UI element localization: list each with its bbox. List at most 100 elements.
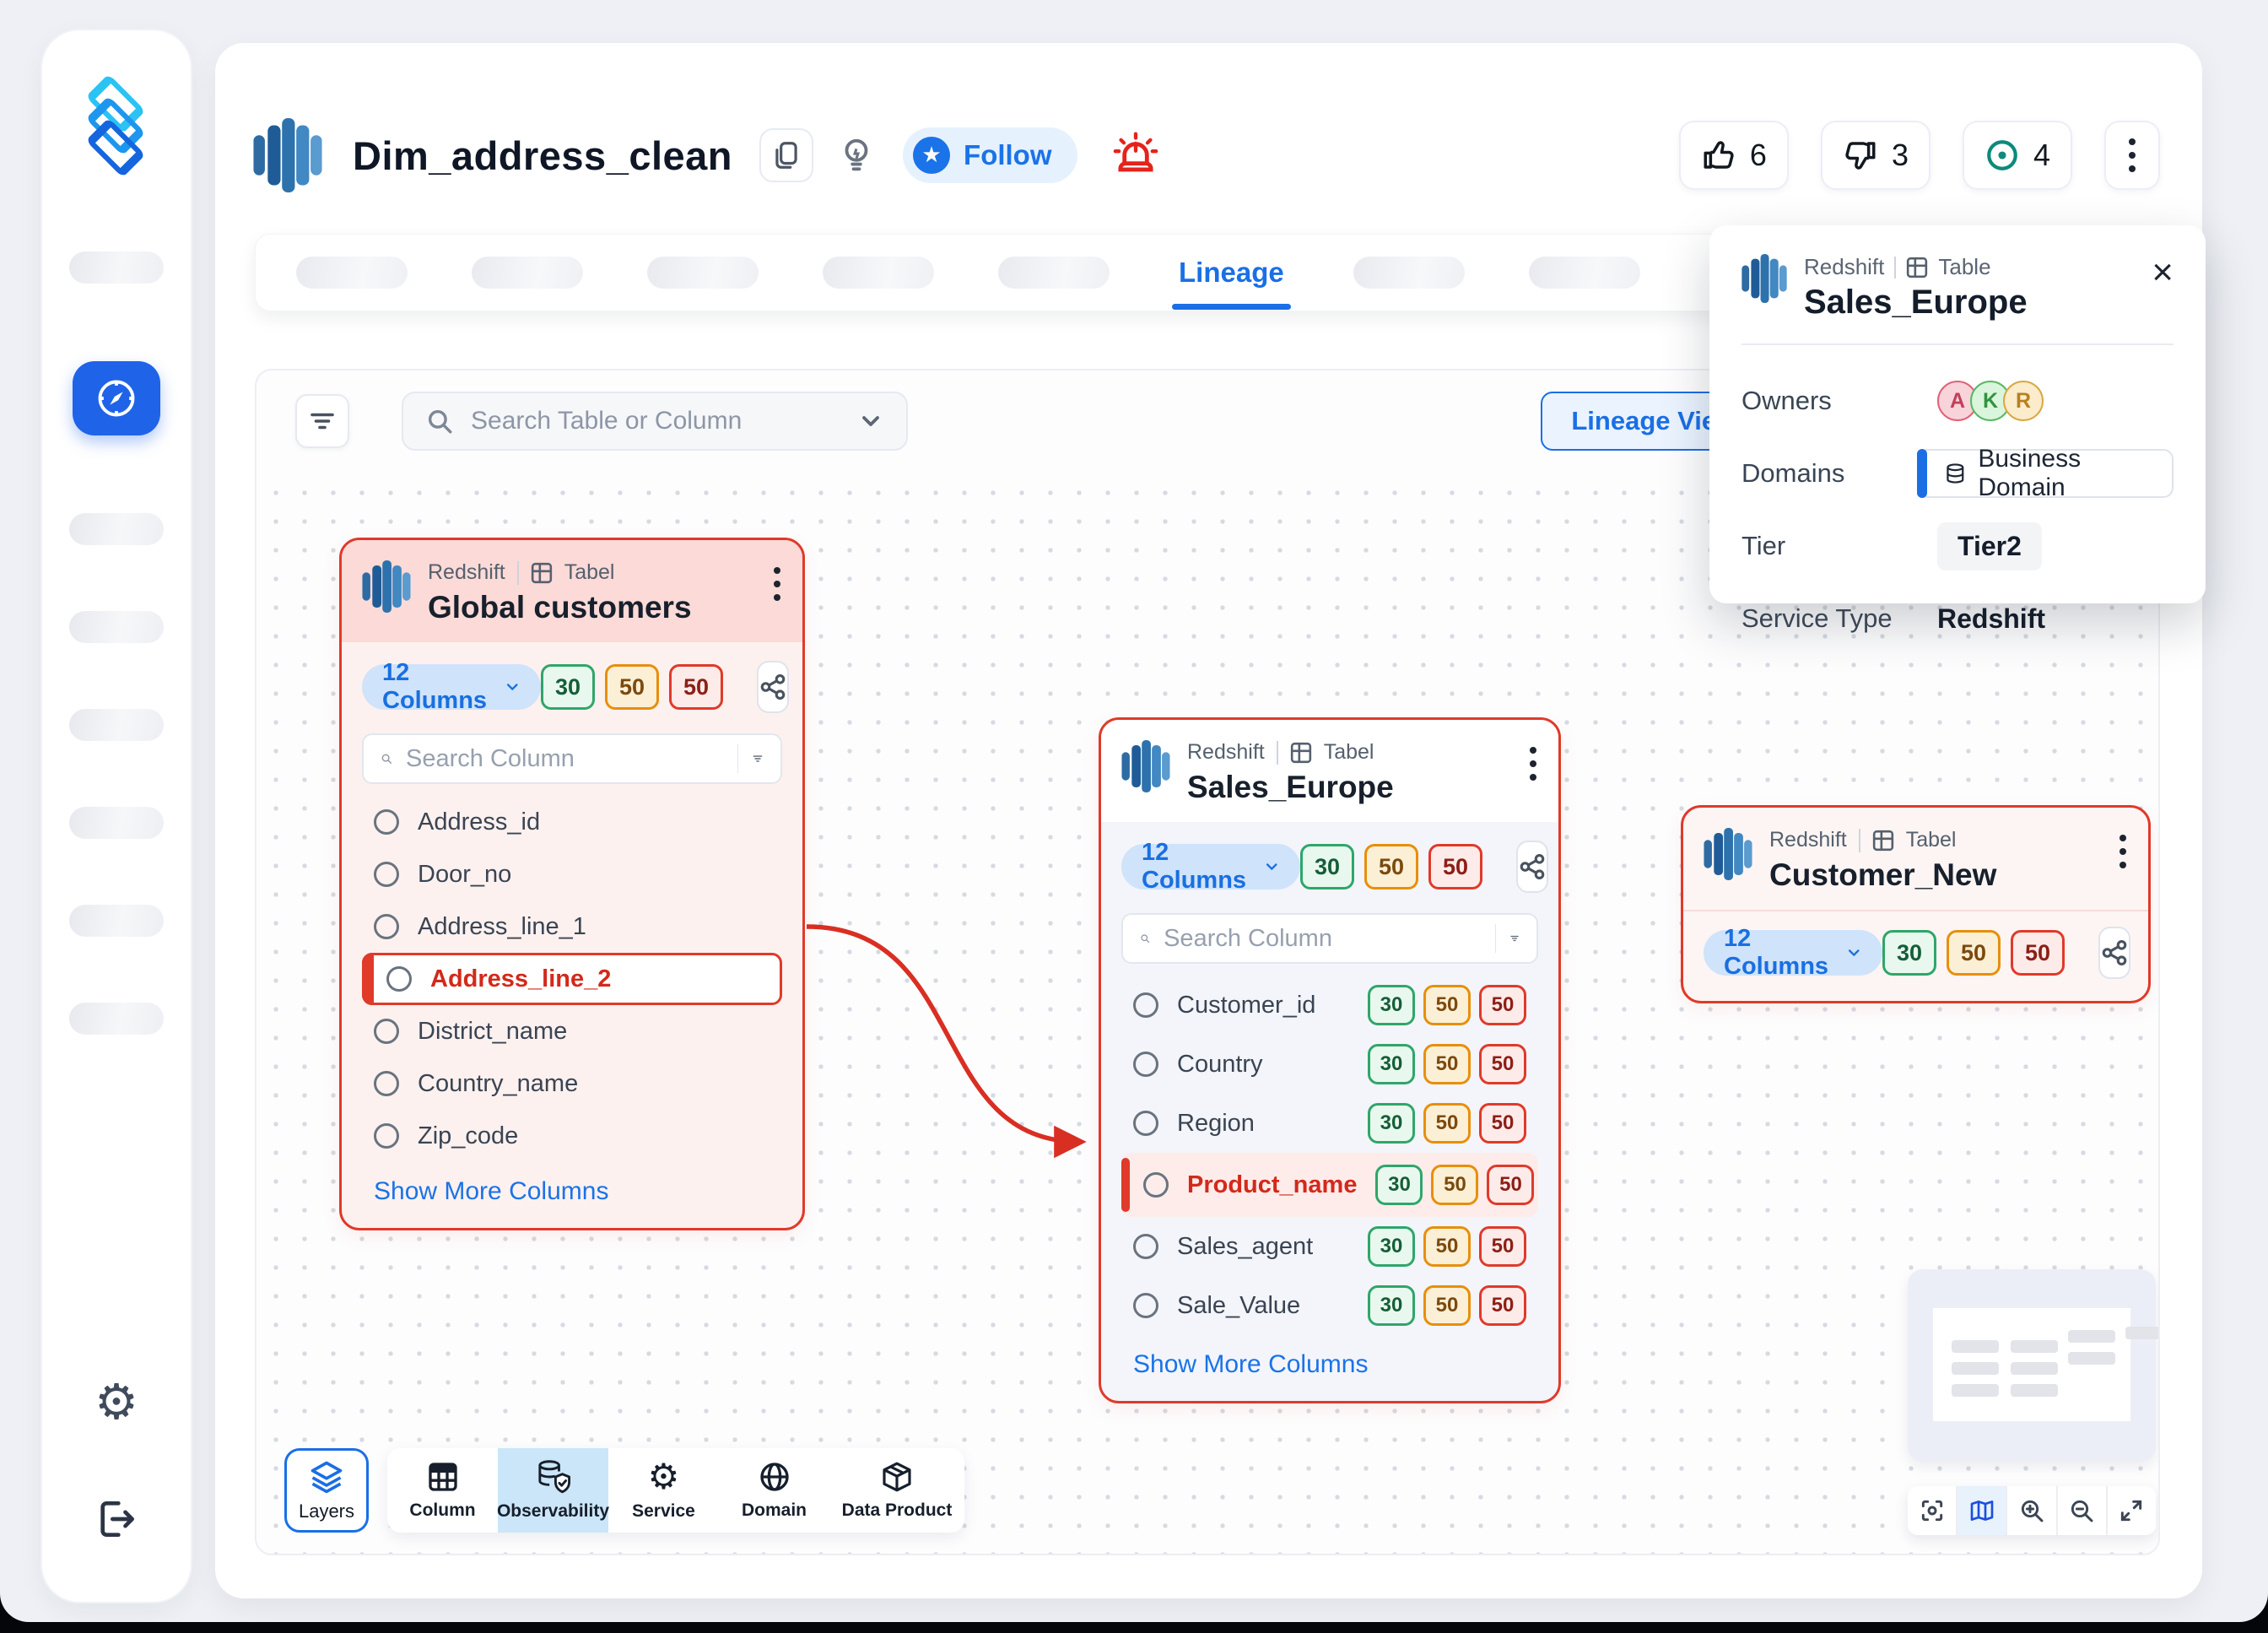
column-radio[interactable] (374, 1123, 399, 1149)
follow-button[interactable]: ★ Follow (903, 127, 1077, 183)
column-name: Customer_id (1177, 992, 1315, 1019)
layer-toggle-data-product[interactable]: Data Product (829, 1448, 964, 1533)
canvas-search-input[interactable] (471, 407, 840, 435)
more-options-button[interactable] (2104, 121, 2160, 190)
fullscreen-button[interactable] (2108, 1486, 2156, 1535)
column-row[interactable]: District_name (362, 1005, 782, 1057)
column-radio[interactable] (1133, 1293, 1158, 1318)
layer-toggle-column[interactable]: Column (387, 1448, 498, 1533)
logout-icon[interactable] (93, 1495, 140, 1543)
column-search-input[interactable] (406, 745, 724, 773)
tab-skeleton[interactable] (998, 257, 1110, 289)
column-row[interactable]: Address_id (362, 796, 782, 848)
watch-button[interactable]: 4 (1963, 121, 2072, 190)
search-icon (1140, 926, 1150, 951)
zoom-out-button[interactable] (2058, 1486, 2108, 1535)
tab-skeleton[interactable] (647, 257, 759, 289)
tab-skeleton[interactable] (472, 257, 583, 289)
column-radio[interactable] (374, 1071, 399, 1096)
column-radio[interactable] (1133, 1111, 1158, 1136)
expand-lineage-button[interactable] (1516, 841, 1548, 893)
column-radio[interactable] (386, 966, 412, 992)
entity-summary-popup: Redshift Table Sales_Europe × Owners A K… (1709, 225, 2206, 603)
close-icon[interactable]: × (2152, 254, 2174, 322)
column-search-input[interactable] (1164, 925, 1482, 953)
downvote-button[interactable]: 3 (1821, 121, 1930, 190)
columns-count-label: 12 Columns (382, 659, 492, 715)
copy-name-button[interactable] (759, 128, 813, 182)
column-radio[interactable] (374, 914, 399, 939)
zoom-in-button[interactable] (2007, 1486, 2057, 1535)
node-more-button[interactable] (774, 560, 780, 601)
column-row-highlighted[interactable]: Product_name 305050 (1121, 1153, 1538, 1217)
column-row[interactable]: Country 305050 (1121, 1035, 1538, 1094)
domain-chip[interactable]: Business Domain (1917, 449, 2174, 498)
layer-toggle-service[interactable]: ⚙ Service (608, 1448, 719, 1533)
tab-lineage[interactable]: Lineage (1174, 257, 1289, 289)
canvas-filter-button[interactable] (295, 394, 349, 448)
column-row[interactable]: Region 305050 (1121, 1094, 1538, 1153)
column-row[interactable]: Sales_agent 305050 (1121, 1217, 1538, 1276)
layer-toggle-domain[interactable]: Domain (719, 1448, 829, 1533)
upvote-button[interactable]: 6 (1679, 121, 1789, 190)
fit-view-button[interactable] (1908, 1486, 1958, 1535)
bulb-icon (837, 136, 876, 175)
filter-icon[interactable] (752, 746, 764, 771)
sidebar-item-explore[interactable] (73, 361, 160, 435)
quality-badge-amber: 50 (1423, 985, 1471, 1025)
filter-icon[interactable] (1509, 926, 1520, 951)
column-radio[interactable] (374, 862, 399, 887)
column-radio[interactable] (1143, 1172, 1169, 1198)
column-row[interactable]: Country_name (362, 1057, 782, 1110)
minimap[interactable] (1908, 1269, 2156, 1462)
column-row[interactable]: Sale_Value 305050 (1121, 1276, 1538, 1335)
node-more-button[interactable] (2120, 828, 2126, 868)
column-radio[interactable] (374, 1019, 399, 1044)
columns-count-pill[interactable]: 12 Columns (1704, 930, 1882, 976)
tab-skeleton[interactable] (1529, 257, 1640, 289)
show-more-columns-link[interactable]: Show More Columns (1121, 1350, 1538, 1379)
layers-button[interactable]: Layers (284, 1448, 369, 1533)
column-radio[interactable] (374, 809, 399, 835)
column-row[interactable]: Door_no (362, 848, 782, 900)
chevron-down-icon[interactable] (857, 408, 884, 435)
quality-badge-red: 50 (1479, 1285, 1526, 1326)
tab-skeleton[interactable] (823, 257, 934, 289)
column-radio[interactable] (1133, 1052, 1158, 1077)
column-row-highlighted[interactable]: Address_line_2 (362, 953, 782, 1005)
owner-avatar[interactable]: R (2003, 381, 2044, 421)
column-row[interactable]: Zip_code (362, 1110, 782, 1162)
toggle-minimap-button[interactable] (1958, 1486, 2007, 1535)
lineage-node-global-customers[interactable]: Redshift Tabel Global customers (339, 538, 805, 1230)
layer-toolbar: Column Observability ⚙ Service Domain Da… (387, 1448, 964, 1533)
node-more-button[interactable] (1530, 740, 1536, 781)
node-entity-type: Tabel (1906, 828, 1957, 852)
layer-toggle-observability[interactable]: Observability (498, 1448, 608, 1533)
columns-count-pill[interactable]: 12 Columns (362, 664, 541, 710)
tab-skeleton[interactable] (296, 257, 408, 289)
column-radio[interactable] (1133, 1234, 1158, 1259)
lineage-node-customer-new[interactable]: Redshift Tabel Customer_New 1 (1681, 805, 2151, 1003)
node-entity-type: Tabel (564, 560, 615, 585)
tab-skeleton[interactable] (1353, 257, 1465, 289)
node-title: Global customers (428, 590, 692, 625)
suggestions-button[interactable] (832, 136, 881, 175)
layer-label: Domain (742, 1501, 807, 1521)
show-more-columns-link[interactable]: Show More Columns (362, 1177, 782, 1206)
tier-label: Tier (1742, 531, 1937, 561)
column-row[interactable]: Customer_id 305050 (1121, 976, 1538, 1035)
sidebar-skeleton-item (69, 1003, 164, 1035)
incident-alert-button[interactable] (1111, 131, 1160, 180)
node-service-label: Redshift (428, 560, 505, 585)
expand-lineage-button[interactable] (2098, 927, 2130, 979)
expand-lineage-button[interactable] (757, 661, 789, 713)
column-radio[interactable] (1133, 992, 1158, 1018)
column-row[interactable]: Address_line_1 (362, 900, 782, 953)
columns-count-pill[interactable]: 12 Columns (1121, 844, 1300, 889)
node-title: Sales_Europe (1187, 770, 1394, 805)
lineage-node-sales-europe[interactable]: Redshift Tabel Sales_Europe 1 (1099, 717, 1561, 1403)
settings-gear-icon[interactable]: ⚙ (94, 1377, 138, 1426)
upvote-count: 6 (1750, 138, 1767, 173)
db-shield-icon (534, 1459, 573, 1495)
kebab-icon (1530, 747, 1536, 781)
